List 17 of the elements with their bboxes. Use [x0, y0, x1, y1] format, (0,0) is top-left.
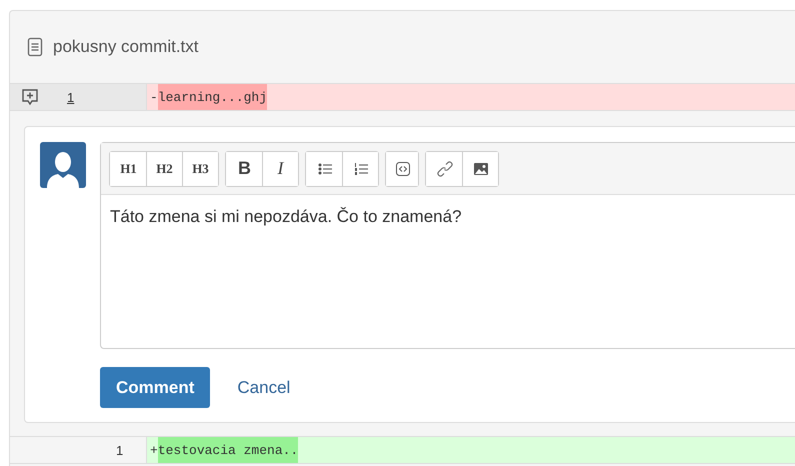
- toolbar-button[interactable]: [462, 152, 498, 186]
- numbered-list-icon: [352, 160, 368, 176]
- line-number[interactable]: 1: [67, 90, 74, 104]
- line-number[interactable]: 1: [116, 442, 124, 458]
- comment-button[interactable]: Comment: [100, 367, 210, 408]
- cancel-link[interactable]: Cancel: [237, 378, 290, 398]
- document-icon: [27, 37, 43, 57]
- code-icon: [394, 160, 410, 176]
- avatar: [40, 142, 86, 188]
- italic-button[interactable]: I: [262, 152, 298, 186]
- link-icon: [436, 160, 452, 176]
- add-comment-icon: [21, 88, 39, 106]
- heading-button[interactable]: H3: [182, 152, 218, 186]
- bulleted-list-icon: [316, 160, 332, 176]
- toolbar-button[interactable]: [386, 152, 418, 186]
- file-name: pokusny commit.txt: [53, 37, 198, 57]
- toolbar-button[interactable]: [342, 152, 378, 186]
